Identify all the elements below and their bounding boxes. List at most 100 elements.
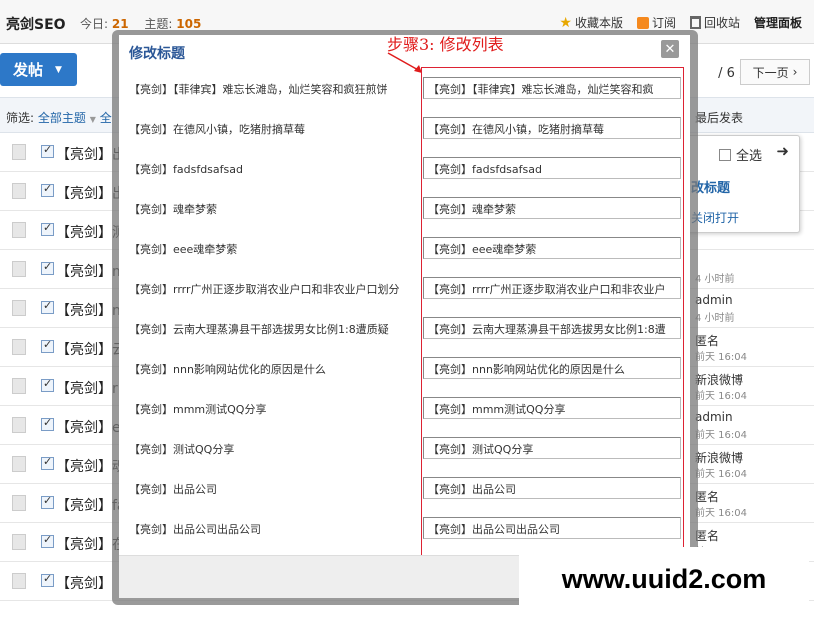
- trash-icon: [689, 16, 701, 29]
- recycle-link[interactable]: 回收站: [689, 14, 740, 31]
- original-title: 【亮剑】出品公司出品公司: [129, 523, 261, 536]
- subscribe-link[interactable]: 订阅: [636, 14, 676, 31]
- thread-time: 前天 16:04: [695, 430, 747, 441]
- thread-time: 前天 16:04: [695, 352, 747, 363]
- original-title: 【亮剑】出品公司: [129, 483, 217, 496]
- filter[interactable]: 筛选: 全部主题 ▼ 全: [6, 109, 112, 126]
- subscribe-label: 订阅: [651, 16, 676, 30]
- select-all-label: 全选: [736, 149, 763, 164]
- document-icon: [12, 261, 26, 277]
- row-checkbox[interactable]: [41, 377, 54, 392]
- filter-dropdown-icon: ▼: [89, 115, 96, 124]
- title-edit-field[interactable]: 【亮剑】fadsfdsafsad: [423, 157, 681, 179]
- row-checkbox[interactable]: [41, 260, 54, 275]
- new-post-label: 发帖: [13, 61, 44, 79]
- row-checkbox[interactable]: [41, 221, 54, 236]
- thread-author[interactable]: 匿名: [695, 527, 719, 544]
- last-post-header[interactable]: 最后发表: [695, 109, 743, 126]
- recycle-label: 回收站: [703, 16, 740, 30]
- chevron-right-icon: ›: [792, 65, 798, 79]
- thread-author[interactable]: 新浪微博: [695, 371, 743, 388]
- edit-title-dialog: 修改标题 ✕ 步骤3: 修改列表 【亮剑】【菲律宾】难忘长滩岛，灿烂笑容和疯狂煎…: [119, 35, 690, 598]
- row-checkbox[interactable]: [41, 572, 54, 587]
- original-title: 【亮剑】【菲律宾】难忘长滩岛，灿烂笑容和疯狂煎饼: [129, 83, 388, 96]
- original-title: 【亮剑】云南大理蒸濞县干部选拔男女比例1:8遭质疑: [129, 323, 389, 336]
- title-edit-field[interactable]: 【亮剑】mmm测试QQ分享: [423, 397, 681, 419]
- original-title: 【亮剑】mmm测试QQ分享: [129, 403, 267, 416]
- title-edit-field[interactable]: 【亮剑】出品公司: [423, 477, 681, 499]
- today-count: 21: [111, 17, 129, 31]
- title-edit-field[interactable]: 【亮剑】魂牵梦萦: [423, 197, 681, 219]
- thread-time: 前天 16:04: [695, 469, 747, 480]
- title-edit-field[interactable]: 【亮剑】出品公司出品公司: [423, 517, 681, 539]
- thread-title[interactable]: 【亮剑】e: [56, 417, 121, 437]
- row-checkbox[interactable]: [41, 182, 54, 197]
- original-title: 【亮剑】nnn影响网站优化的原因是什么: [129, 363, 326, 376]
- select-all-checkbox[interactable]: [719, 148, 731, 161]
- arrow-right-icon[interactable]: ➜: [776, 142, 789, 160]
- rss-icon: [636, 16, 649, 29]
- row-checkbox[interactable]: [41, 494, 54, 509]
- document-icon: [12, 495, 26, 511]
- caret-down-icon: ▼: [55, 64, 62, 75]
- topics-count: 105: [176, 17, 202, 31]
- filter-second[interactable]: 全: [100, 111, 112, 125]
- document-icon: [12, 456, 26, 472]
- row-checkbox[interactable]: [41, 143, 54, 158]
- original-title: 【亮剑】测试QQ分享: [129, 443, 235, 456]
- thread-author[interactable]: admin: [695, 410, 733, 424]
- title-edit-field[interactable]: 【亮剑】eee魂牵梦萦: [423, 237, 681, 259]
- title-edit-field[interactable]: 【亮剑】【菲律宾】难忘长滩岛，灿烂笑容和疯: [423, 77, 681, 99]
- document-icon: [12, 183, 26, 199]
- thread-title[interactable]: 【亮剑】r: [56, 378, 118, 398]
- document-icon: [12, 300, 26, 316]
- title-edit-field[interactable]: 【亮剑】云南大理蒸濞县干部选拔男女比例1:8遭: [423, 317, 681, 339]
- row-checkbox[interactable]: [41, 455, 54, 470]
- row-checkbox[interactable]: [41, 299, 54, 314]
- document-icon: [12, 573, 26, 589]
- original-title: 【亮剑】fadsfdsafsad: [129, 163, 243, 176]
- document-icon: [12, 417, 26, 433]
- star-icon: ★: [559, 14, 572, 31]
- close-icon[interactable]: ✕: [661, 40, 679, 58]
- forum-name[interactable]: 亮剑SEO: [6, 14, 66, 34]
- row-checkbox[interactable]: [41, 338, 54, 353]
- today-label: 今日:: [80, 17, 109, 31]
- topics-label: 主题:: [144, 17, 173, 31]
- filter-label: 筛选:: [6, 111, 35, 125]
- thread-time: 4 小时前: [695, 313, 735, 324]
- title-edit-field[interactable]: 【亮剑】在德风小镇，吃猪肘摘草莓: [423, 117, 681, 139]
- original-title: 【亮剑】在德风小镇，吃猪肘摘草莓: [129, 123, 305, 136]
- thread-author[interactable]: admin: [695, 293, 733, 307]
- moderation-panel: 全选 ➜ 改标题 关闭打开: [684, 135, 800, 233]
- top-links: ★ 收藏本版 订阅 回收站 管理面板: [559, 14, 802, 31]
- favorite-link[interactable]: ★ 收藏本版: [559, 14, 623, 31]
- thread-title[interactable]: 【亮剑】: [56, 573, 112, 593]
- original-title: 【亮剑】魂牵梦萦: [129, 203, 217, 216]
- next-page-button[interactable]: 下一页 ›: [740, 59, 810, 85]
- title-edit-field[interactable]: 【亮剑】测试QQ分享: [423, 437, 681, 459]
- select-all[interactable]: 全选: [719, 145, 762, 164]
- row-checkbox[interactable]: [41, 416, 54, 431]
- admin-panel-link[interactable]: 管理面板: [754, 14, 802, 31]
- title-edit-field[interactable]: 【亮剑】nnn影响网站优化的原因是什么: [423, 357, 681, 379]
- new-post-button[interactable]: 发帖 ▼: [0, 53, 77, 86]
- close-open-action[interactable]: 关闭打开: [691, 209, 739, 226]
- thread-author[interactable]: 匿名: [695, 488, 719, 505]
- title-edit-field[interactable]: 【亮剑】rrrr广州正逐步取消农业户口和非农业户: [423, 277, 681, 299]
- original-title: 【亮剑】eee魂牵梦萦: [129, 243, 238, 256]
- document-icon: [12, 339, 26, 355]
- annotation-arrow-icon: [387, 52, 422, 73]
- original-title: 【亮剑】rrrr广州正逐步取消农业户口和非农业户口划分: [129, 283, 400, 296]
- thread-time: 前天 16:04: [695, 508, 747, 519]
- thread-time: 4 小时前: [695, 274, 735, 285]
- dialog-title: 修改标题: [129, 46, 185, 62]
- filter-value[interactable]: 全部主题: [38, 111, 86, 125]
- document-icon: [12, 144, 26, 160]
- thread-author[interactable]: 匿名: [695, 332, 719, 349]
- favorite-label: 收藏本版: [574, 16, 623, 30]
- document-icon: [12, 222, 26, 238]
- document-icon: [12, 378, 26, 394]
- thread-author[interactable]: 新浪微博: [695, 449, 743, 466]
- row-checkbox[interactable]: [41, 533, 54, 548]
